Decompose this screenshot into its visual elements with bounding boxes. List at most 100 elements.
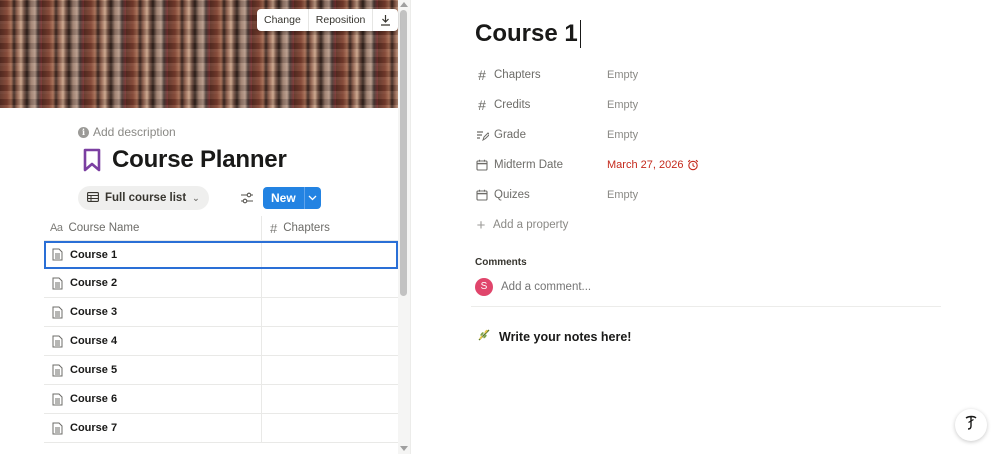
page-icon (52, 306, 70, 319)
notes-heading-text: Write your notes here! (499, 329, 632, 344)
chapters-cell[interactable] (262, 414, 398, 442)
property-value[interactable]: Empty (607, 189, 638, 201)
database-title[interactable]: Course Planner (82, 146, 287, 174)
page-title[interactable]: Course 1 (475, 20, 581, 48)
property-value[interactable]: Empty (607, 129, 638, 141)
add-property-label: Add a property (493, 219, 569, 231)
property-value[interactable]: Empty (607, 99, 638, 111)
chapters-cell[interactable] (262, 269, 398, 297)
chevron-down-icon: ⌄ (192, 192, 200, 203)
course-name-text: Course 6 (70, 393, 118, 405)
view-label: Full course list (105, 192, 187, 204)
column-header-label: Course Name (68, 222, 140, 234)
property-value-text: Empty (607, 99, 639, 111)
view-selector[interactable]: Full course list ⌄ (78, 186, 209, 210)
chapters-cell[interactable] (262, 241, 398, 268)
sprig-icon (477, 328, 491, 345)
new-dropdown-chevron-icon[interactable] (303, 187, 321, 209)
course-name-cell[interactable]: Course 5 (44, 356, 262, 384)
filter-settings-icon[interactable] (240, 191, 254, 209)
new-entry-button[interactable]: New (263, 187, 321, 209)
property-name-text: Chapters (494, 69, 541, 81)
property-name[interactable]: # Credits (475, 98, 607, 112)
course-name-text: Course 1 (70, 248, 118, 261)
chapters-cell[interactable] (262, 327, 398, 355)
scrollbar-thumb[interactable] (400, 10, 407, 296)
bookmark-icon[interactable] (82, 148, 102, 172)
chapters-cell[interactable] (262, 385, 398, 413)
comment-input[interactable] (501, 281, 801, 293)
help-button[interactable] (955, 409, 987, 441)
add-description-button[interactable]: i Add description (78, 125, 176, 139)
property-value-text: Empty (607, 69, 639, 81)
table-row[interactable]: Course 6 (44, 385, 398, 414)
course-name-cell[interactable]: Course 7 (44, 414, 262, 442)
property-value[interactable]: Empty (607, 69, 638, 81)
app-window: Change Reposition i Add description Cour… (0, 0, 1000, 454)
property-name[interactable]: Midterm Date (475, 159, 607, 171)
download-icon[interactable] (373, 9, 398, 31)
calendar-icon (475, 159, 489, 171)
number-icon: # (478, 67, 486, 83)
comment-composer: S (475, 278, 801, 296)
new-button-label[interactable]: New (263, 187, 304, 209)
page-icon (52, 393, 70, 406)
property-name[interactable]: # Chapters (475, 68, 607, 82)
page-icon (52, 364, 70, 377)
scroll-down-arrow-icon[interactable] (400, 446, 408, 451)
property-name-text: Grade (494, 129, 526, 141)
divider-line (471, 306, 941, 307)
table-row[interactable]: Course 3 (44, 298, 398, 327)
database-title-text[interactable]: Course Planner (112, 146, 287, 174)
column-header-label: Chapters (283, 222, 330, 234)
plus-icon: + (476, 216, 486, 234)
course-name-cell[interactable]: Course 3 (44, 298, 262, 326)
page-title-text[interactable]: Course 1 (475, 20, 578, 48)
course-table: Aa Course Name # Chapters Course 1 Course… (44, 215, 398, 443)
property-row: Midterm Date March 27, 2026 (475, 150, 945, 180)
page-icon (52, 277, 70, 290)
course-name-cell[interactable]: Course 1 (44, 241, 262, 268)
property-name-text: Midterm Date (494, 159, 564, 171)
table-row[interactable]: Course 7 (44, 414, 398, 443)
add-property-button[interactable]: + Add a property (475, 210, 945, 240)
add-description-label: Add description (93, 125, 176, 139)
calendar-icon (475, 189, 489, 201)
course-name-text: Course 2 (70, 277, 118, 289)
property-value-text: Empty (607, 189, 639, 201)
column-header-course-name[interactable]: Aa Course Name (44, 215, 262, 241)
property-name[interactable]: Grade (475, 129, 607, 141)
table-row[interactable]: Course 1 (44, 241, 398, 269)
property-row: Grade Empty (475, 120, 945, 150)
column-header-chapters[interactable]: # Chapters (262, 216, 398, 241)
change-cover-button[interactable]: Change (257, 9, 309, 31)
property-value[interactable]: March 27, 2026 (607, 159, 699, 171)
number-icon: # (478, 97, 486, 113)
database-pane: Change Reposition i Add description Cour… (0, 0, 410, 454)
scroll-up-arrow-icon[interactable] (400, 2, 408, 7)
property-name[interactable]: Quizes (475, 189, 607, 201)
scrollbar[interactable] (398, 0, 410, 454)
chapters-cell[interactable] (262, 356, 398, 384)
table-row[interactable]: Course 2 (44, 269, 398, 298)
table-row[interactable]: Course 4 (44, 327, 398, 356)
reposition-cover-button[interactable]: Reposition (309, 9, 374, 31)
table-row[interactable]: Course 5 (44, 356, 398, 385)
alarm-clock-icon[interactable] (683, 159, 699, 171)
properties-list: # Chapters Empty # Credits Empty Grade Empty Mid… (475, 60, 945, 240)
comments-heading: Comments (475, 257, 527, 268)
course-name-cell[interactable]: Course 6 (44, 385, 262, 413)
property-value-text: Empty (607, 129, 639, 141)
course-name-cell[interactable]: Course 4 (44, 327, 262, 355)
chapters-cell[interactable] (262, 298, 398, 326)
page-icon (52, 422, 70, 435)
property-row: Quizes Empty (475, 180, 945, 210)
cover-actions: Change Reposition (257, 9, 399, 31)
table-header: Aa Course Name # Chapters (44, 215, 398, 241)
table-icon (87, 191, 99, 205)
property-value-text: March 27, 2026 (607, 159, 684, 171)
notes-heading[interactable]: Write your notes here! (477, 328, 631, 345)
property-row: # Credits Empty (475, 90, 945, 120)
course-name-cell[interactable]: Course 2 (44, 269, 262, 297)
number-property-icon: # (270, 220, 278, 236)
